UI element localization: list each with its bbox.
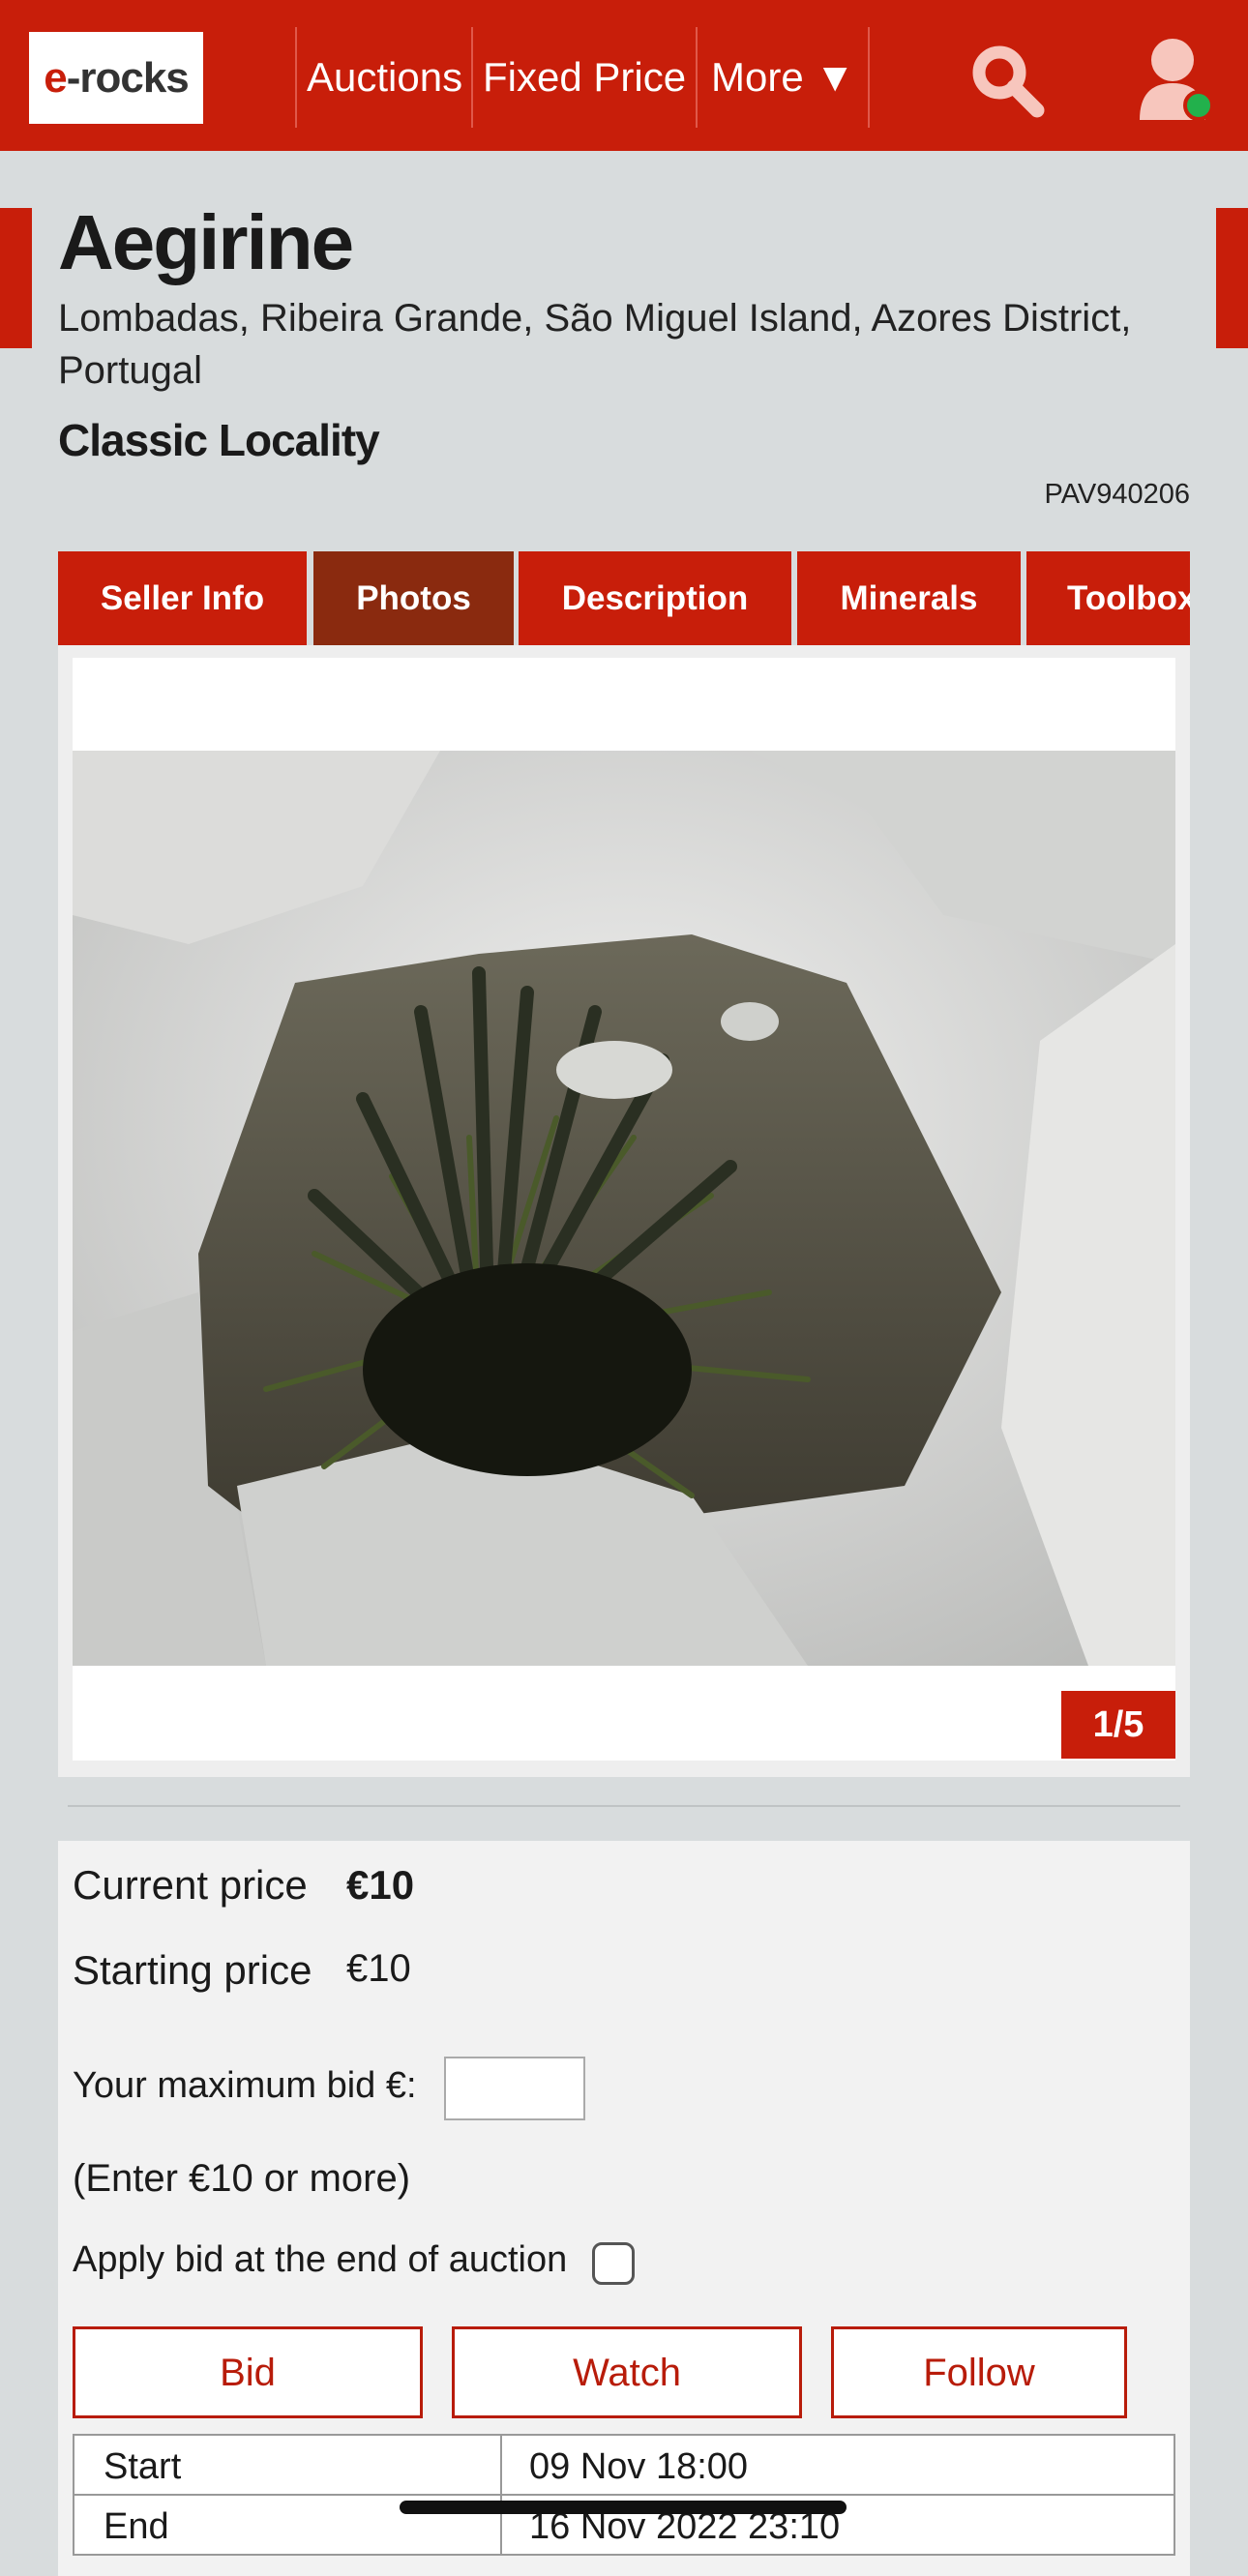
section-divider bbox=[68, 1805, 1180, 1807]
classic-locality-label: Classic Locality bbox=[58, 415, 380, 465]
tab-seller-info[interactable]: Seller Info bbox=[58, 551, 307, 645]
nav-divider bbox=[295, 27, 297, 128]
nav-auctions[interactable]: Auctions bbox=[307, 39, 462, 116]
follow-button[interactable]: Follow bbox=[831, 2326, 1127, 2418]
locality-text: Lombadas, Ribeira Grande, São Miguel Isl… bbox=[58, 297, 1132, 392]
listing-tabs: Seller Info Photos Description Minerals … bbox=[58, 551, 1190, 645]
tab-description[interactable]: Description bbox=[519, 551, 791, 645]
tab-toolbox[interactable]: Toolbox bbox=[1026, 551, 1190, 645]
bid-hint: (Enter €10 or more) bbox=[73, 2157, 411, 2200]
nav-divider bbox=[471, 27, 473, 128]
table-cell-value: 09 Nov 18:00 bbox=[529, 2446, 749, 2487]
tab-minerals[interactable]: Minerals bbox=[797, 551, 1021, 645]
bid-button[interactable]: Bid bbox=[73, 2326, 423, 2418]
listing-reference: PAV940206 bbox=[1044, 479, 1191, 510]
watch-button[interactable]: Watch bbox=[452, 2326, 802, 2418]
next-listing-arrow[interactable] bbox=[1216, 208, 1248, 348]
specimen-photo[interactable] bbox=[73, 751, 1175, 1666]
nav-fixed-price[interactable]: Fixed Price bbox=[483, 39, 686, 116]
tab-photos[interactable]: Photos bbox=[313, 551, 514, 645]
starting-price-value: €10 bbox=[346, 1947, 411, 1990]
user-account-icon[interactable] bbox=[1132, 33, 1219, 126]
table-cell-label: End bbox=[104, 2506, 169, 2547]
photo-counter-badge: 1/5 bbox=[1061, 1691, 1175, 1759]
search-icon[interactable] bbox=[967, 41, 1049, 122]
logo-text: -rocks bbox=[66, 53, 190, 102]
current-price-label: Current price bbox=[73, 1862, 308, 1908]
apply-bid-label: Apply bid at the end of auction bbox=[73, 2239, 568, 2280]
erocks-logo[interactable]: e -rocks bbox=[29, 32, 203, 124]
previous-listing-arrow[interactable] bbox=[0, 208, 32, 348]
table-row: Start 09 Nov 18:00 bbox=[73, 2434, 1175, 2496]
starting-price-label: Starting price bbox=[73, 1947, 312, 1993]
table-cell-label: Start bbox=[104, 2446, 182, 2487]
nav-divider bbox=[696, 27, 698, 128]
home-indicator bbox=[400, 2501, 847, 2514]
nav-divider bbox=[868, 27, 870, 128]
apply-bid-checkbox[interactable] bbox=[592, 2242, 635, 2285]
page-title: Aegirine bbox=[58, 199, 354, 285]
max-bid-input[interactable] bbox=[444, 2057, 585, 2120]
max-bid-label: Your maximum bid €: bbox=[73, 2065, 417, 2106]
table-cell-divider bbox=[500, 2436, 502, 2494]
current-price-value: €10 bbox=[346, 1862, 415, 1908]
logo-e: e bbox=[44, 53, 68, 102]
nav-more-dropdown[interactable]: More ▼ bbox=[711, 39, 855, 116]
